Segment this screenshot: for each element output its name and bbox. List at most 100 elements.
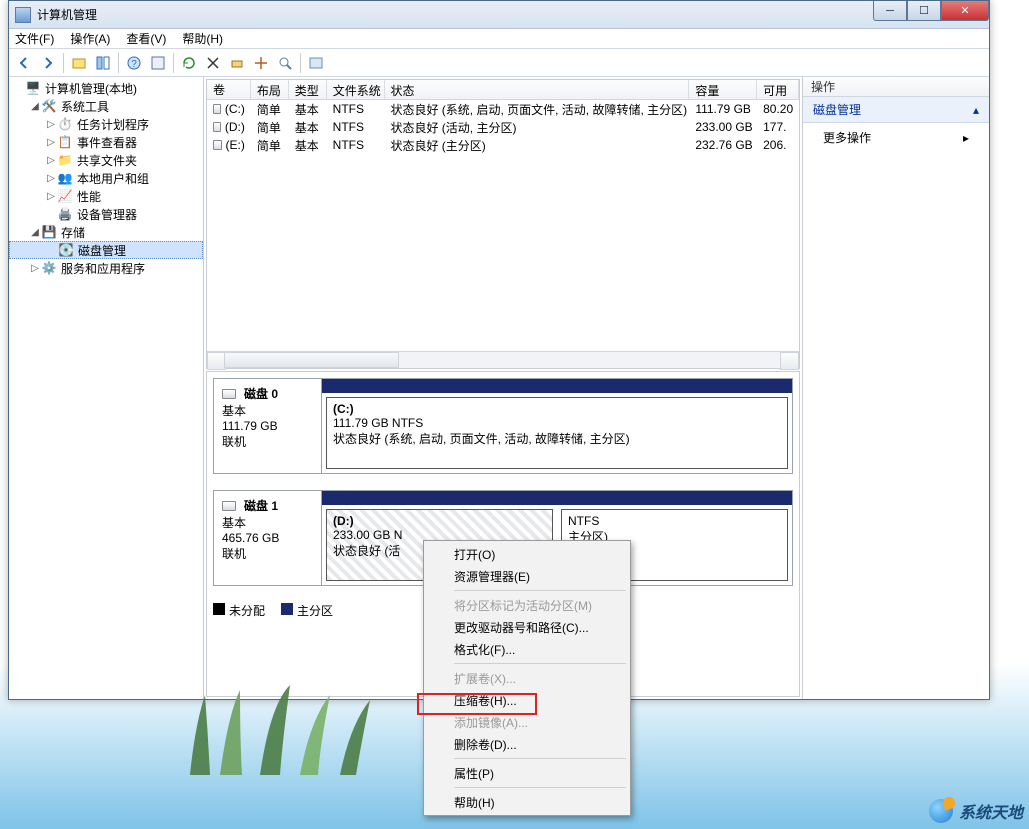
back-button[interactable] <box>13 52 35 74</box>
volume-capacity: 111.79 GB <box>689 102 757 116</box>
disk-state: 联机 <box>222 545 313 562</box>
volume-type: 基本 <box>289 119 327 136</box>
tree-storage[interactable]: ◢ 💾 存储 <box>9 223 203 241</box>
show-hide-button[interactable] <box>92 52 114 74</box>
minimize-button[interactable]: ─ <box>873 1 907 21</box>
tree-system-tools[interactable]: ◢ 🛠️ 系统工具 <box>9 97 203 115</box>
tree-task-scheduler[interactable]: ▷ ⏱️ 任务计划程序 <box>9 115 203 133</box>
tree-label: 设备管理器 <box>77 206 137 223</box>
tree-pane: 🖥️ 计算机管理(本地) ◢ 🛠️ 系统工具 ▷ ⏱️ 任务计划程序 ▷ 📋 事… <box>9 77 204 699</box>
context-menu-item[interactable]: 帮助(H) <box>426 791 628 813</box>
perf-icon: 📈 <box>57 188 73 204</box>
toolbar: ? <box>9 49 989 77</box>
tree-disk-management[interactable]: 💽 磁盘管理 <box>9 241 203 259</box>
col-layout[interactable]: 布局 <box>251 80 289 99</box>
volume-status: 状态良好 (活动, 主分区) <box>384 119 689 136</box>
brand-text: 系统天地 <box>959 799 1023 823</box>
list-button[interactable] <box>305 52 327 74</box>
menu-action[interactable]: 操作(A) <box>70 30 110 47</box>
volume-list-header[interactable]: 卷 布局 类型 文件系统 状态 容量 可用 <box>207 80 799 100</box>
tree-local-users[interactable]: ▷ 👥 本地用户和组 <box>9 169 203 187</box>
disk-header-bar <box>322 379 792 393</box>
disk-info: 磁盘 1基本465.76 GB联机 <box>214 491 322 585</box>
context-menu-item[interactable]: 更改驱动器号和路径(C)... <box>426 616 628 638</box>
find-button[interactable] <box>274 52 296 74</box>
actions-pane: 操作 磁盘管理 ▴ 更多操作 ▸ <box>803 77 989 699</box>
menu-help[interactable]: 帮助(H) <box>182 30 223 47</box>
horizontal-scrollbar[interactable] <box>207 351 799 368</box>
disk-info: 磁盘 0基本111.79 GB联机 <box>214 379 322 473</box>
menu-separator <box>454 663 626 664</box>
context-menu-item[interactable]: 格式化(F)... <box>426 638 628 660</box>
computer-icon: 🖥️ <box>25 80 41 96</box>
actions-header: 操作 <box>803 77 989 97</box>
volume-capacity: 232.76 GB <box>689 138 757 152</box>
maximize-icon: ☐ <box>919 4 929 17</box>
col-filesystem[interactable]: 文件系统 <box>327 80 385 99</box>
action-button[interactable] <box>250 52 272 74</box>
help-button[interactable]: ? <box>123 52 145 74</box>
up-button[interactable] <box>68 52 90 74</box>
context-menu-item[interactable]: 打开(O) <box>426 543 628 565</box>
tree-label: 系统工具 <box>61 98 109 115</box>
volume-fs: NTFS <box>327 138 385 152</box>
disk-size: 111.79 GB <box>222 419 313 433</box>
settings-button[interactable] <box>226 52 248 74</box>
col-status[interactable]: 状态 <box>385 80 690 99</box>
drive-icon <box>213 140 222 150</box>
drive-icon <box>213 122 221 132</box>
volume-name: (D:) <box>225 120 245 134</box>
actions-more[interactable]: 更多操作 ▸ <box>803 123 989 152</box>
col-volume[interactable]: 卷 <box>207 80 251 99</box>
tree-shared-folders[interactable]: ▷ 📁 共享文件夹 <box>9 151 203 169</box>
tree-label: 任务计划程序 <box>77 116 149 133</box>
svg-text:?: ? <box>131 59 137 70</box>
disk-name-label: 磁盘 0 <box>244 385 278 402</box>
menu-file[interactable]: 文件(F) <box>15 30 54 47</box>
delete-button[interactable] <box>202 52 224 74</box>
disk-state: 联机 <box>222 433 313 450</box>
volume-row[interactable]: (C:)简单基本NTFS状态良好 (系统, 启动, 页面文件, 活动, 故障转储… <box>207 100 799 118</box>
tree-event-viewer[interactable]: ▷ 📋 事件查看器 <box>9 133 203 151</box>
context-menu-item[interactable]: 删除卷(D)... <box>426 733 628 755</box>
close-button[interactable]: ✕ <box>941 1 989 21</box>
clock-icon: ⏱️ <box>57 116 73 132</box>
actions-section[interactable]: 磁盘管理 ▴ <box>803 97 989 123</box>
volume-row[interactable]: (E:)简单基本NTFS状态良好 (主分区)232.76 GB206. <box>207 136 799 154</box>
tree-root[interactable]: 🖥️ 计算机管理(本地) <box>9 79 203 97</box>
title-bar[interactable]: 计算机管理 ─ ☐ ✕ <box>9 1 989 29</box>
volume-name: (E:) <box>226 138 245 152</box>
brand-watermark: 系统天地 <box>929 799 1023 823</box>
partition-size: 111.79 GB NTFS <box>333 416 781 430</box>
col-free[interactable]: 可用 <box>757 80 799 99</box>
volume-fs: NTFS <box>327 102 385 116</box>
window-title: 计算机管理 <box>37 6 97 23</box>
context-menu-item[interactable]: 属性(P) <box>426 762 628 784</box>
volume-row[interactable]: (D:)简单基本NTFS状态良好 (活动, 主分区)233.00 GB177. <box>207 118 799 136</box>
col-type[interactable]: 类型 <box>289 80 327 99</box>
tree-performance[interactable]: ▷ 📈 性能 <box>9 187 203 205</box>
context-menu-item[interactable]: 压缩卷(H)... <box>426 689 628 711</box>
volume-layout: 简单 <box>251 101 289 118</box>
users-icon: 👥 <box>57 170 73 186</box>
disk-type: 基本 <box>222 402 313 419</box>
minimize-icon: ─ <box>886 5 894 17</box>
folder-icon: 📁 <box>57 152 73 168</box>
volume-layout: 简单 <box>251 137 289 154</box>
context-menu-item[interactable]: 资源管理器(E) <box>426 565 628 587</box>
forward-button[interactable] <box>37 52 59 74</box>
tree-device-manager[interactable]: 🖨️ 设备管理器 <box>9 205 203 223</box>
volume-free: 206. <box>757 138 799 152</box>
tree-label: 事件查看器 <box>77 134 137 151</box>
menu-view[interactable]: 查看(V) <box>126 30 166 47</box>
disk-type: 基本 <box>222 514 313 531</box>
tree-label: 本地用户和组 <box>77 170 149 187</box>
maximize-button[interactable]: ☐ <box>907 1 941 21</box>
refresh-button[interactable] <box>178 52 200 74</box>
tree-services[interactable]: ▷ ⚙️ 服务和应用程序 <box>9 259 203 277</box>
scrollbar-thumb[interactable] <box>224 352 399 368</box>
legend-label: 主分区 <box>297 604 333 618</box>
partition[interactable]: (C:)111.79 GB NTFS状态良好 (系统, 启动, 页面文件, 活动… <box>326 397 788 469</box>
col-capacity[interactable]: 容量 <box>689 80 757 99</box>
properties-button[interactable] <box>147 52 169 74</box>
